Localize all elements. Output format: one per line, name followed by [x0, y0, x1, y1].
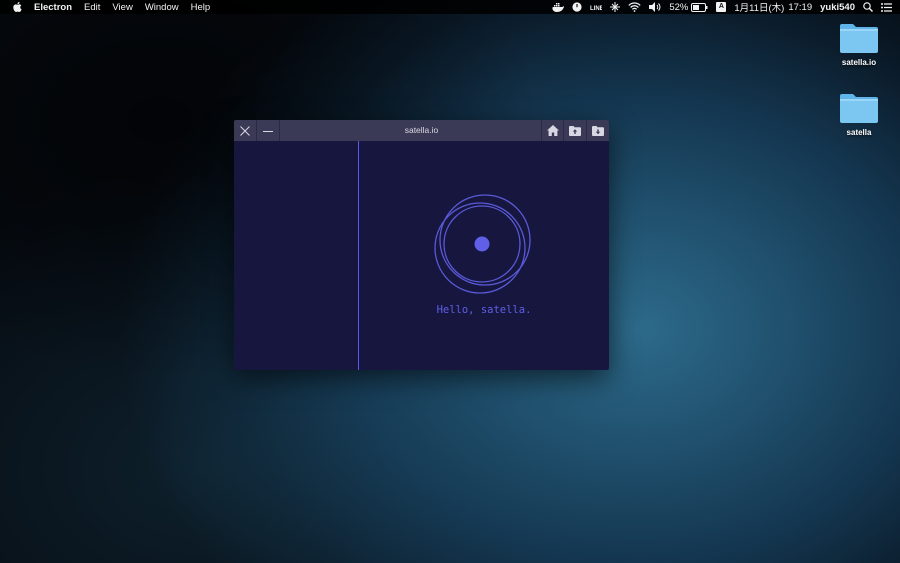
menu-bar: Electron Edit View Window Help LINE 52% …: [0, 0, 900, 14]
menu-window[interactable]: Window: [145, 2, 179, 13]
window-titlebar[interactable]: satella.io: [234, 120, 609, 141]
input-source-badge[interactable]: A: [716, 2, 727, 12]
battery-icon[interactable]: [691, 2, 708, 12]
desktop-folder-satella-io[interactable]: satella.io: [829, 22, 889, 67]
satella-logo-icon: [434, 194, 531, 294]
desktop-folder-label: satella: [846, 128, 872, 137]
home-button[interactable]: [541, 120, 564, 141]
menu-edit[interactable]: Edit: [84, 2, 100, 13]
minimize-button[interactable]: [257, 120, 280, 141]
folder-icon: [840, 94, 878, 123]
apple-icon[interactable]: [12, 1, 22, 13]
greeting-text: Hello, satella.: [436, 304, 532, 316]
sidebar-panel: [234, 141, 359, 370]
close-icon: [240, 125, 250, 136]
menu-app-name[interactable]: Electron: [34, 2, 72, 13]
volume-icon[interactable]: [649, 2, 661, 12]
svg-text:LINE: LINE: [590, 6, 602, 11]
search-icon[interactable]: [863, 2, 873, 12]
folder-upload-icon: [569, 125, 581, 136]
docker-icon[interactable]: [552, 2, 565, 12]
folder-icon: [840, 24, 878, 53]
network-icon[interactable]: [610, 2, 621, 12]
close-button[interactable]: [234, 120, 257, 141]
desktop-folder-satella[interactable]: satella: [829, 92, 889, 137]
status-circle-icon[interactable]: [572, 2, 582, 12]
desktop-folder-label: satella.io: [841, 58, 877, 67]
app-window: satella.io Hello, satella.: [234, 120, 609, 370]
battery-percent: 52%: [669, 1, 689, 13]
main-panel: Hello, satella.: [359, 141, 609, 370]
wifi-icon[interactable]: [628, 2, 641, 12]
folder-download-icon: [592, 125, 604, 136]
menu-view[interactable]: View: [112, 2, 132, 13]
folder-download-button[interactable]: [586, 120, 609, 141]
list-icon[interactable]: [881, 2, 892, 12]
menu-user[interactable]: yuki540: [820, 2, 855, 13]
home-icon: [547, 125, 559, 136]
minimize-icon: [263, 130, 273, 132]
line-icon[interactable]: LINE: [590, 3, 602, 11]
folder-upload-button[interactable]: [563, 120, 586, 141]
menu-help[interactable]: Help: [191, 2, 211, 13]
menu-time[interactable]: 17:19: [788, 2, 812, 13]
menu-date[interactable]: 1月11日(木): [734, 0, 784, 14]
